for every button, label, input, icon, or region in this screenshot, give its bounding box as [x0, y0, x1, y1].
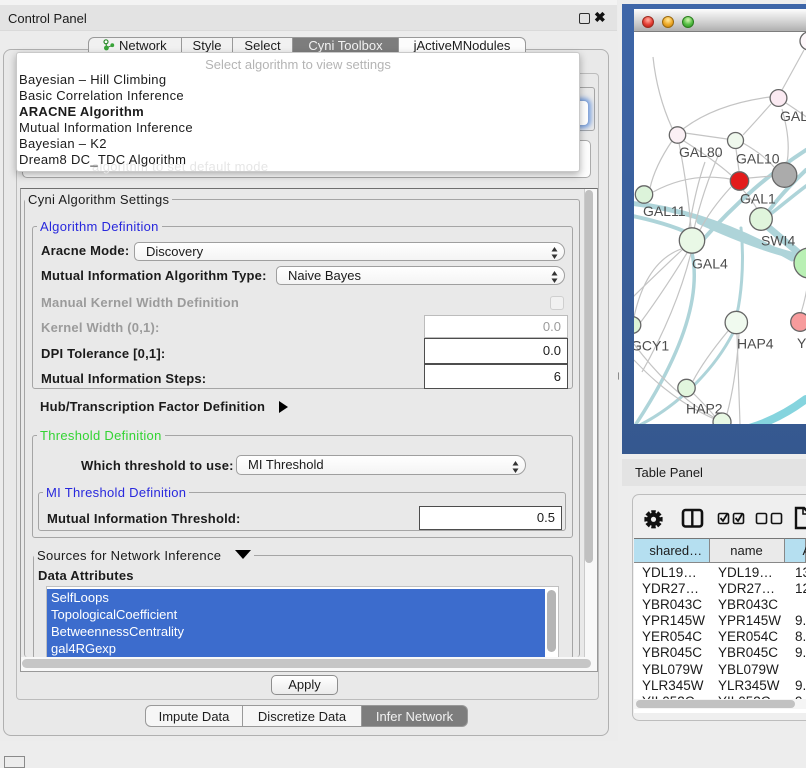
svg-text:SWI4: SWI4 — [761, 233, 795, 249]
svg-text:GAL80: GAL80 — [679, 144, 723, 160]
svg-text:GAL10: GAL10 — [736, 151, 780, 167]
svg-text:GCY1: GCY1 — [634, 338, 669, 354]
svg-text:HAP4: HAP4 — [737, 336, 774, 352]
svg-text:GAL4: GAL4 — [692, 256, 728, 272]
svg-text:HAP2: HAP2 — [686, 401, 723, 417]
svg-text:GAL7: GAL7 — [780, 108, 806, 124]
svg-text:Y: Y — [797, 335, 806, 351]
svg-text:GAL11: GAL11 — [643, 203, 686, 219]
svg-text:GAL1: GAL1 — [740, 191, 776, 207]
